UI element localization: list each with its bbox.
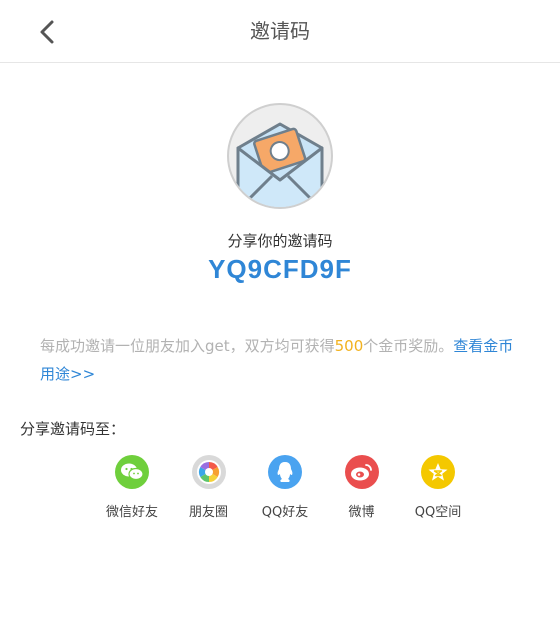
invite-code-label: 分享你的邀请码	[227, 232, 333, 250]
reward-text-suffix: 个金币奖励。	[363, 337, 454, 355]
share-targets: 微信好友 朋友圈 QQ好友 微博 QQ空间	[100, 455, 470, 525]
moments-icon	[191, 455, 226, 489]
share-heading: 分享邀请码至：	[20, 420, 126, 438]
share-target-label: QQ空间	[414, 505, 462, 520]
share-target-label: QQ好友	[261, 505, 309, 520]
reward-description: 每成功邀请一位朋友加入get，双方均可获得500个金币奖励。查看金币用途>>	[40, 332, 520, 388]
reward-amount: 500	[334, 337, 364, 355]
share-qq-button[interactable]: QQ好友	[253, 455, 317, 525]
qzone-icon	[421, 455, 455, 489]
wechat-icon	[115, 455, 149, 489]
share-qzone-button[interactable]: QQ空间	[406, 455, 470, 525]
weibo-icon	[344, 455, 379, 489]
share-target-label: 朋友圈	[188, 505, 228, 520]
share-target-label: 微博	[348, 505, 375, 520]
share-target-label: 微信好友	[105, 505, 158, 520]
qq-icon	[268, 455, 302, 489]
reward-text-prefix: 每成功邀请一位朋友加入get，双方均可获得	[40, 337, 335, 355]
share-moments-button[interactable]: 朋友圈	[177, 455, 241, 525]
envelope-money-icon	[227, 103, 333, 209]
invite-code: YQ9CFD9F	[208, 254, 352, 284]
share-wechat-button[interactable]: 微信好友	[100, 455, 164, 525]
app-header: 邀请码	[0, 0, 560, 63]
page-title: 邀请码	[250, 19, 310, 43]
share-weibo-button[interactable]: 微博	[330, 455, 394, 525]
